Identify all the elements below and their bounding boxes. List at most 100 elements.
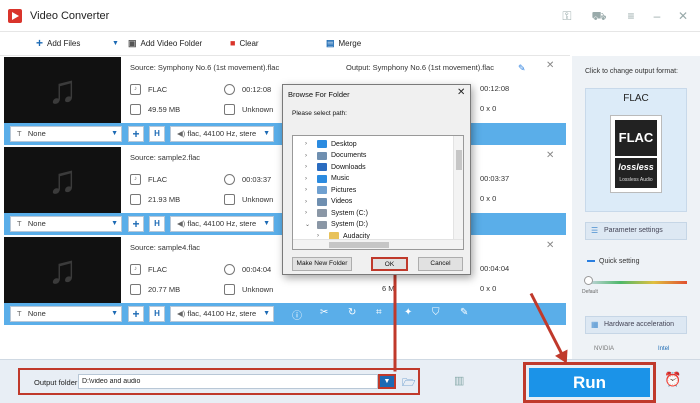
run-button[interactable]: Run <box>529 368 650 397</box>
subtitle-value: None <box>27 309 46 318</box>
intel-logo: Intel <box>658 346 670 352</box>
folder-icon <box>317 197 327 206</box>
tree-horizontal-scrollbar[interactable] <box>293 239 463 249</box>
audio-track-select[interactable]: ◀) flac, 44100 Hz, stere ▼ <box>170 216 274 232</box>
tree-item[interactable]: › Documents <box>305 151 367 160</box>
subtitle-settings-button[interactable]: H <box>149 306 165 322</box>
parameter-settings-button[interactable]: ☰ Parameter settings <box>585 222 687 240</box>
tree-item[interactable]: ⌄ System (D:) <box>305 220 368 229</box>
lossless-text: lossless <box>618 162 654 172</box>
tree-item-label: Pictures <box>331 186 357 194</box>
info-icon[interactable]: ⓘ <box>292 307 302 322</box>
source-format: ♪ FLAC <box>130 84 167 95</box>
cancel-button[interactable]: Cancel <box>418 257 463 271</box>
folder-tree[interactable]: › Desktop › Documents › Downloads › Music › Pictu… <box>292 135 464 250</box>
clear-button[interactable]: ■ Clear <box>230 38 259 48</box>
audio-track-select[interactable]: ◀) flac, 44100 Hz, stere ▼ <box>170 306 274 322</box>
add-files-button[interactable]: + Add Files <box>36 36 80 50</box>
format-hint: Click to change output format: <box>585 68 678 75</box>
browse-folder-dialog: Browse For Folder ✕ Please select path: … <box>282 84 471 275</box>
tree-item[interactable]: › Pictures <box>305 186 356 194</box>
add-subtitle-button[interactable]: + <box>128 126 144 142</box>
size-value: 20.77 MB <box>148 285 181 294</box>
key-icon[interactable]: ⚿ <box>558 7 576 25</box>
file-icon <box>130 284 141 295</box>
sliders-icon: ☰ <box>591 226 599 235</box>
scissors-icon[interactable]: ✂ <box>320 307 328 318</box>
dialog-close-icon[interactable]: ✕ <box>457 87 465 98</box>
format-icon: ♪ <box>130 264 141 275</box>
clock-icon <box>224 264 235 275</box>
scroll-thumb[interactable] <box>456 150 462 170</box>
chevron-icon[interactable]: › <box>305 164 313 170</box>
menu-icon[interactable]: ≡ <box>622 7 640 25</box>
slider-handle[interactable] <box>584 276 593 285</box>
ok-button[interactable]: OK <box>371 257 408 271</box>
output-folder-input[interactable] <box>78 374 378 389</box>
chevron-icon[interactable]: › <box>305 141 313 147</box>
merge-icon: ▤ <box>326 38 335 48</box>
toolbar: + Add Files ▼ ▣ Add Video Folder ■ Clear… <box>0 32 570 56</box>
rotate-icon[interactable]: ↻ <box>348 307 356 318</box>
subtitle-value: None <box>27 219 46 228</box>
plus-icon: + <box>36 36 44 50</box>
tree-item[interactable]: › Music <box>305 174 349 183</box>
watermark-stamp-icon[interactable]: ⛉ <box>432 307 440 318</box>
subtitle-settings-button[interactable]: H <box>149 126 165 142</box>
audio-value: flac, 44100 Hz, stere <box>187 129 257 138</box>
add-video-folder-button[interactable]: ▣ Add Video Folder <box>128 38 202 48</box>
file-icon <box>130 194 141 205</box>
chevron-icon[interactable]: › <box>305 210 313 216</box>
hardware-acceleration-button[interactable]: ▦ Hardware acceleration <box>585 316 687 334</box>
app-logo-icon <box>8 9 22 23</box>
add-files-dropdown-icon[interactable]: ▼ <box>112 40 119 47</box>
tree-item-label: Documents <box>331 152 367 159</box>
open-folder-icon[interactable]: 🗁 <box>402 374 416 393</box>
alarm-clock-icon[interactable]: ⏰ <box>664 371 681 388</box>
close-icon[interactable]: ✕ <box>674 7 692 25</box>
crop-icon[interactable]: ⌗ <box>376 307 382 318</box>
source-duration: 00:04:04 <box>224 264 271 275</box>
subtitle-select[interactable]: T None ▼ <box>10 126 122 142</box>
chevron-icon[interactable]: › <box>305 187 313 193</box>
tree-item[interactable]: › Videos <box>305 197 352 206</box>
row-settings-bar: T None ▼ + H ◀) flac, 44100 Hz, stere ▼ ⓘ … <box>4 303 566 325</box>
output-duration: 00:04:04 <box>480 264 510 273</box>
source-name: Source: Symphony No.6 (1st movement).fla… <box>130 63 280 72</box>
music-note-icon: ♫ <box>4 147 121 213</box>
merge-button[interactable]: ▤ Merge <box>326 38 361 48</box>
subtitle-select[interactable]: T None ▼ <box>10 306 122 322</box>
tree-item[interactable]: › Desktop <box>305 140 357 148</box>
output-options-icon[interactable]: ▥ <box>454 374 464 387</box>
subtitle-settings-button[interactable]: H <box>149 216 165 232</box>
scroll-thumb[interactable] <box>329 242 389 248</box>
resolution-value: Unknown <box>242 105 274 114</box>
output-folder-dropdown-button[interactable]: ▼ <box>378 374 396 389</box>
window-title: Video Converter <box>30 10 110 22</box>
format-value: FLAC <box>148 175 168 184</box>
resolution-value: Unknown <box>242 285 274 294</box>
add-subtitle-button[interactable]: + <box>128 306 144 322</box>
audio-track-select[interactable]: ◀) flac, 44100 Hz, stere ▼ <box>170 126 274 142</box>
tree-item[interactable]: › System (C:) <box>305 209 368 217</box>
cart-icon[interactable]: ⛟ <box>590 7 608 25</box>
tree-item[interactable]: › Downloads <box>305 163 366 171</box>
subtitle-value: None <box>27 129 46 138</box>
tree-vertical-scrollbar[interactable] <box>453 136 463 239</box>
chevron-icon[interactable]: ⌄ <box>305 221 313 228</box>
minimize-icon[interactable]: – <box>648 7 666 25</box>
subtitle-select[interactable]: T None ▼ <box>10 216 122 232</box>
chevron-icon[interactable]: › <box>305 176 313 182</box>
output-format-card[interactable]: FLAC FLAC lossless Lossless Audio <box>585 88 687 212</box>
effects-wand-icon[interactable]: ✦ <box>404 307 412 318</box>
add-subtitle-button[interactable]: + <box>128 216 144 232</box>
remove-file-icon[interactable]: ✕ <box>546 60 554 71</box>
remove-file-icon[interactable]: ✕ <box>546 240 554 251</box>
edit-icon[interactable]: ✎ <box>460 307 468 318</box>
quality-slider[interactable] <box>587 281 687 284</box>
chevron-icon[interactable]: › <box>305 153 313 159</box>
chevron-icon[interactable]: › <box>305 199 313 205</box>
remove-file-icon[interactable]: ✕ <box>546 150 554 161</box>
edit-pen-icon[interactable]: ✎ <box>518 63 526 74</box>
make-new-folder-button[interactable]: Make New Folder <box>292 257 352 271</box>
